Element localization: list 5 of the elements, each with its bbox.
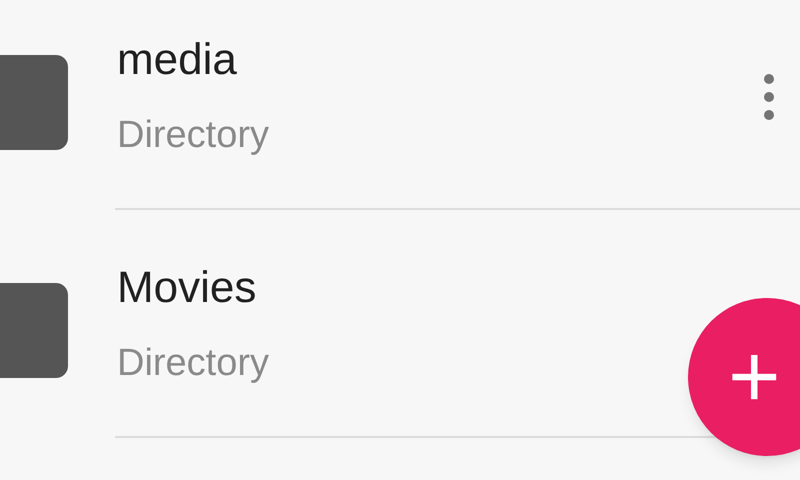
item-title: media xyxy=(117,34,238,86)
add-button[interactable]: + xyxy=(688,298,800,456)
item-subtitle: Directory xyxy=(117,341,270,385)
item-subtitle: Directory xyxy=(117,113,270,157)
item-title: Movies xyxy=(117,262,258,314)
